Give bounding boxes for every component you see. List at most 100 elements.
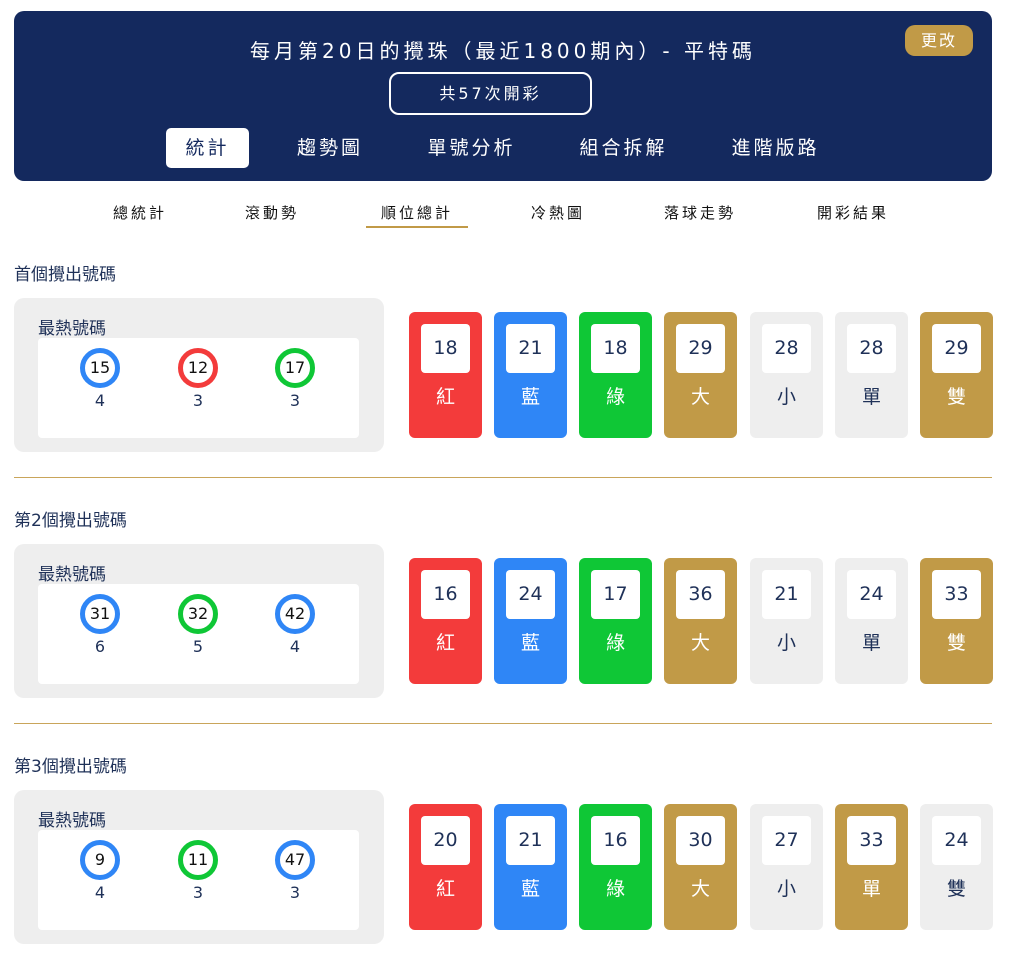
ball-count: 4 — [94, 883, 106, 902]
change-button[interactable]: 更改 — [905, 25, 973, 56]
stat-value: 33 — [847, 816, 896, 865]
stat-card: 36 大 — [664, 558, 737, 684]
ball-count: 3 — [192, 883, 204, 902]
hot-number-item: 32 5 — [168, 594, 228, 656]
stat-value: 24 — [932, 816, 981, 865]
stat-card: 29 雙 — [920, 312, 993, 438]
stat-value: 16 — [421, 570, 470, 619]
stat-value: 18 — [591, 324, 640, 373]
hot-number-item: 17 3 — [265, 348, 325, 410]
subtab-overall-statistics[interactable]: 總統計 — [100, 200, 180, 228]
stat-card: 33 單 — [835, 804, 908, 930]
tab-statistics[interactable]: 統計 — [166, 128, 249, 168]
ball-count: 3 — [192, 391, 204, 410]
number-ball[interactable]: 47 — [275, 840, 315, 880]
stat-card: 29 大 — [664, 312, 737, 438]
stat-label: 小 — [776, 632, 796, 654]
stat-value: 36 — [676, 570, 725, 619]
hot-numbers-list: 31 6 32 5 42 4 — [38, 584, 359, 684]
stat-label: 雙 — [946, 386, 966, 408]
number-ball[interactable]: 11 — [178, 840, 218, 880]
stat-card: 18 綠 — [579, 312, 652, 438]
stat-label: 單 — [861, 878, 881, 900]
stat-label: 藍 — [520, 632, 540, 654]
subtab-position-statistics[interactable]: 順位總計 — [366, 200, 468, 228]
tab-trend-chart[interactable]: 趨勢圖 — [280, 128, 380, 168]
number-ball[interactable]: 12 — [178, 348, 218, 388]
section-title: 首個攪出號碼 — [14, 265, 116, 285]
number-ball[interactable]: 32 — [178, 594, 218, 634]
stat-card: 27 小 — [750, 804, 823, 930]
hot-number-item: 47 3 — [265, 840, 325, 902]
subtab-draw-results[interactable]: 開彩結果 — [803, 200, 903, 228]
hot-number-item: 31 6 — [70, 594, 130, 656]
stat-value: 18 — [421, 324, 470, 373]
stat-label: 藍 — [520, 386, 540, 408]
stat-card: 21 藍 — [494, 804, 567, 930]
stat-value: 21 — [506, 816, 555, 865]
stat-label: 小 — [776, 386, 796, 408]
stat-label: 藍 — [520, 878, 540, 900]
hot-number-item: 15 4 — [70, 348, 130, 410]
stat-label: 紅 — [435, 632, 455, 654]
number-ball[interactable]: 42 — [275, 594, 315, 634]
hot-numbers-panel: 最熱號碼 9 4 11 3 47 3 — [14, 790, 384, 944]
tab-combination-breakdown[interactable]: 組合拆解 — [566, 128, 681, 168]
hot-numbers-label: 最熱號碼 — [38, 565, 106, 585]
stat-card: 21 小 — [750, 558, 823, 684]
stat-label: 大 — [690, 632, 710, 654]
section-title: 第3個攪出號碼 — [14, 757, 127, 777]
ball-count: 3 — [289, 883, 301, 902]
stat-label: 紅 — [435, 878, 455, 900]
ball-count: 5 — [192, 637, 204, 656]
stat-label: 單 — [861, 386, 881, 408]
stat-card: 24 雙 — [920, 804, 993, 930]
stat-value: 16 — [591, 816, 640, 865]
stat-card: 21 藍 — [494, 312, 567, 438]
stat-label: 大 — [690, 878, 710, 900]
tab-single-number-analysis[interactable]: 單號分析 — [414, 128, 529, 168]
ball-count: 4 — [289, 637, 301, 656]
stat-label: 綠 — [605, 386, 625, 408]
subtab-ball-drop-trend[interactable]: 落球走勢 — [650, 200, 750, 228]
section-title: 第2個攪出號碼 — [14, 511, 127, 531]
stat-value: 33 — [932, 570, 981, 619]
header-panel: 每月第20日的攪珠（最近1800期內）- 平特碼 更改 共57次開彩 統計 趨勢… — [14, 11, 992, 181]
stat-value: 28 — [762, 324, 811, 373]
stat-card: 24 藍 — [494, 558, 567, 684]
stat-card: 17 綠 — [579, 558, 652, 684]
number-ball[interactable]: 15 — [80, 348, 120, 388]
ball-count: 6 — [94, 637, 106, 656]
stat-label: 雙 — [946, 878, 966, 900]
stat-value: 29 — [932, 324, 981, 373]
subtab-rolling-trend[interactable]: 滾動勢 — [232, 200, 312, 228]
stat-card: 20 紅 — [409, 804, 482, 930]
hot-number-item: 12 3 — [168, 348, 228, 410]
stat-label: 單 — [861, 632, 881, 654]
section-divider — [14, 723, 992, 724]
stat-label: 紅 — [435, 386, 455, 408]
stat-value: 27 — [762, 816, 811, 865]
stat-label: 綠 — [605, 632, 625, 654]
number-ball[interactable]: 17 — [275, 348, 315, 388]
stat-card: 28 小 — [750, 312, 823, 438]
stat-card: 28 單 — [835, 312, 908, 438]
stat-value: 28 — [847, 324, 896, 373]
stat-card: 18 紅 — [409, 312, 482, 438]
stat-card: 16 綠 — [579, 804, 652, 930]
stat-value: 21 — [506, 324, 555, 373]
hot-numbers-label: 最熱號碼 — [38, 319, 106, 339]
stat-value: 24 — [506, 570, 555, 619]
stat-label: 雙 — [946, 632, 966, 654]
stat-value: 20 — [421, 816, 470, 865]
number-ball[interactable]: 9 — [80, 840, 120, 880]
hot-numbers-panel: 最熱號碼 15 4 12 3 17 3 — [14, 298, 384, 452]
number-ball[interactable]: 31 — [80, 594, 120, 634]
page-title: 每月第20日的攪珠（最近1800期內）- 平特碼 — [250, 39, 756, 63]
stat-value: 29 — [676, 324, 725, 373]
hot-number-item: 11 3 — [168, 840, 228, 902]
subtab-hot-cold-chart[interactable]: 冷熱圖 — [518, 200, 598, 228]
hot-number-item: 94 — [70, 840, 130, 902]
stat-card: 24 單 — [835, 558, 908, 684]
tab-advanced-road[interactable]: 進階版路 — [718, 128, 833, 168]
